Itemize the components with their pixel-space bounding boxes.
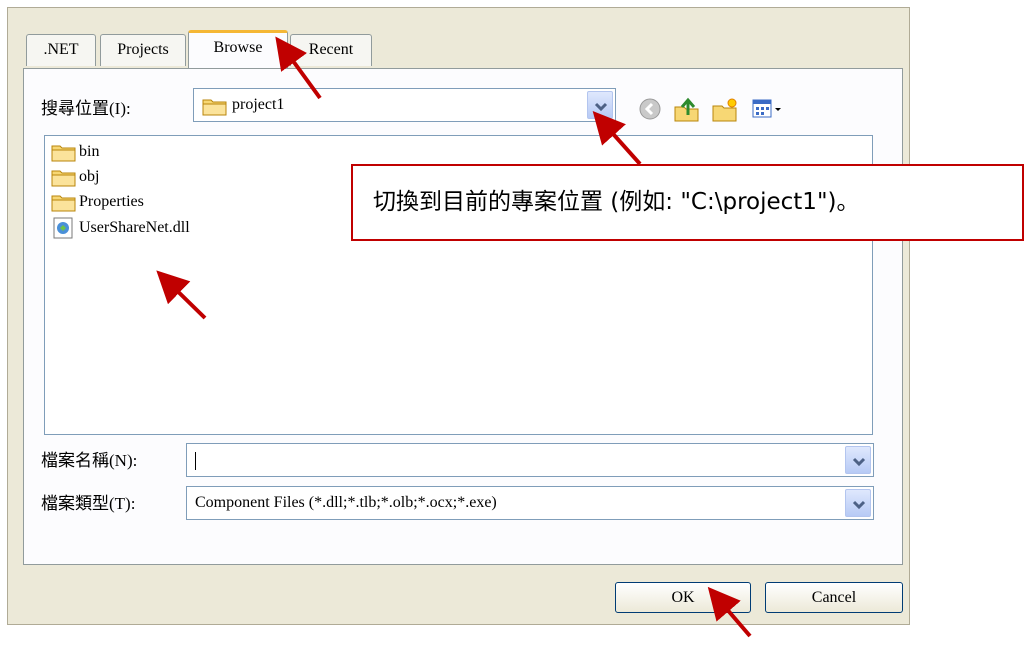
tab-browse[interactable]: Browse [188,30,288,68]
list-item[interactable]: UserShareNet.dll [51,216,190,240]
file-name-label: 檔案名稱(N): [41,451,138,470]
file-name-field[interactable] [186,443,874,477]
chevron-down-icon [852,457,866,467]
add-reference-dialog: .NET Projects Browse Recent 搜尋位置(I): pro… [7,7,910,625]
tab-net[interactable]: .NET [26,34,96,66]
chevron-down-icon [852,500,866,510]
look-in-dropdown-button[interactable] [587,91,613,119]
list-item[interactable]: bin [51,140,99,164]
tab-recent[interactable]: Recent [290,34,372,66]
folder-icon [202,96,228,121]
cancel-button[interactable]: Cancel [765,582,903,613]
list-item[interactable]: Properties [51,190,144,214]
annotation-callout-text: 切換到目前的專案位置 (例如: "C:\project1")。 [373,189,860,215]
annotation-callout: 切換到目前的專案位置 (例如: "C:\project1")。 [351,164,1024,241]
file-type-dropdown-button[interactable] [845,489,871,517]
file-type-select[interactable]: Component Files (*.dll;*.tlb;*.olb;*.ocx… [186,486,874,520]
list-item-label: UserShareNet.dll [79,219,190,236]
folder-icon [51,170,76,187]
folder-icon [51,195,76,212]
chevron-down-icon [594,102,608,112]
file-type-label: 檔案類型(T): [41,494,136,513]
look-in-value: project1 [232,96,285,113]
dll-file-icon [53,217,73,239]
views-menu-icon[interactable] [751,97,785,126]
back-icon[interactable] [638,97,662,126]
new-folder-icon[interactable] [711,97,739,128]
list-item[interactable]: obj [51,165,99,189]
tab-projects[interactable]: Projects [100,34,186,66]
list-item-label: bin [79,143,100,160]
list-item-label: obj [79,168,100,185]
list-item-label: Properties [79,193,144,210]
ok-button[interactable]: OK [615,582,751,613]
up-folder-icon[interactable] [673,97,701,128]
look-in-label: 搜尋位置(I): [41,99,131,118]
text-cursor [195,452,196,470]
look-in-combo[interactable]: project1 [193,88,616,122]
file-type-value: Component Files (*.dll;*.tlb;*.olb;*.ocx… [195,494,497,511]
folder-icon [51,145,76,162]
file-name-dropdown-button[interactable] [845,446,871,474]
